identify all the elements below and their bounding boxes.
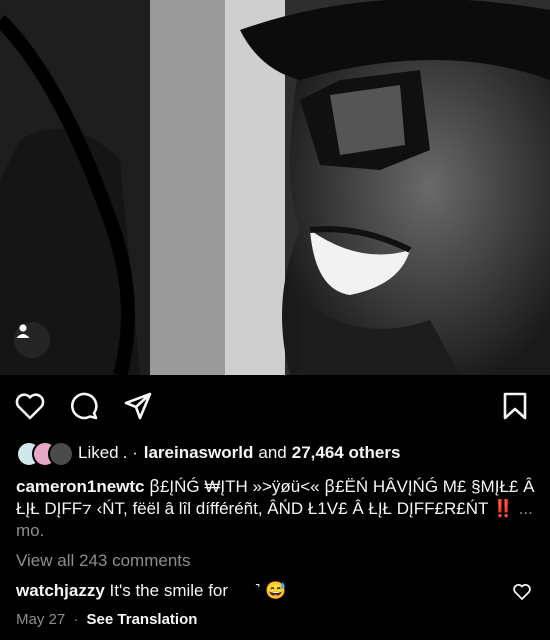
heart-icon: [513, 584, 531, 600]
caption-emoji: ‼️: [492, 499, 514, 518]
user-tag-button[interactable]: [14, 322, 50, 358]
liked-by-label: Liked: [78, 443, 119, 462]
save-button[interactable]: [497, 388, 533, 424]
liked-by-and: and: [258, 443, 287, 462]
see-translation-link[interactable]: See Translation: [87, 611, 198, 628]
top-comment: watchjazzy It's the smile for ˺ 😅: [16, 581, 486, 601]
comment-like-button[interactable]: [512, 582, 534, 604]
view-all-comments-link[interactable]: View all 243 comments: [16, 551, 191, 571]
liked-by-separator: . ·: [122, 443, 138, 462]
likes-summary[interactable]: Liked . · lareinasworld and 27,464 other…: [16, 440, 536, 467]
post-photo[interactable]: [0, 0, 550, 375]
like-button[interactable]: [12, 388, 48, 424]
comment-tail: ˺: [254, 581, 261, 600]
liked-by-user[interactable]: lareinasworld: [144, 443, 254, 463]
heart-icon: [15, 393, 45, 420]
likes-count[interactable]: 27,464 others: [292, 443, 401, 463]
bookmark-icon: [503, 392, 527, 420]
meta-dot: ·: [73, 611, 79, 628]
comment-username[interactable]: watchjazzy: [16, 581, 105, 600]
share-button[interactable]: [120, 388, 156, 424]
avatar: [48, 441, 74, 467]
action-bar: [0, 388, 550, 428]
post-caption: cameron1newtc ꞵ£ĮŃǴ ₩ĮTH »>ÿøü<« ꞵ£ËŃ HÂ…: [16, 476, 541, 542]
post-date: May 27: [16, 611, 66, 628]
share-icon: [124, 392, 152, 420]
caption-username[interactable]: cameron1newtc: [16, 477, 145, 496]
comment-emoji: 😅: [265, 581, 287, 600]
post-photo-graphic: [0, 0, 550, 375]
comment-button[interactable]: [66, 388, 102, 424]
comment-text: It's the smile for: [109, 581, 229, 600]
liker-avatars: [16, 441, 78, 467]
comment-icon: [71, 392, 98, 420]
post-meta: May 27 · See Translation: [16, 611, 197, 628]
user-tag-icon: [16, 324, 30, 338]
